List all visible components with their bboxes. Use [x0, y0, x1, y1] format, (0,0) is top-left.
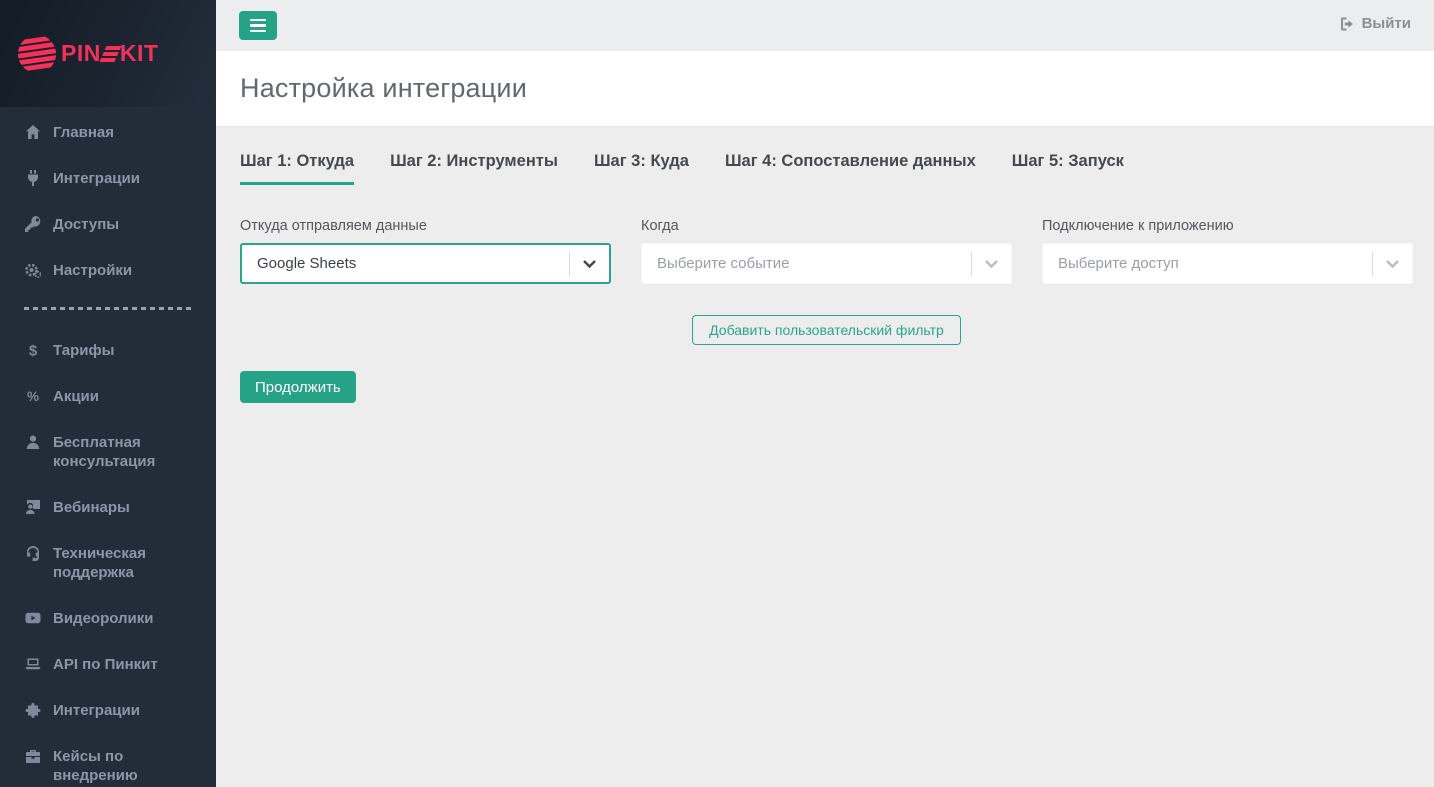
user-icon: [24, 434, 41, 450]
sidebar-item-label: Главная: [53, 124, 115, 141]
sidebar-item-access[interactable]: Доступы: [24, 215, 198, 234]
sidebar-item-label: Кейсы по внедрению: [53, 748, 138, 784]
dollar-icon: $: [24, 342, 41, 359]
percent-icon: %: [24, 388, 41, 404]
connection-select-placeholder: Выберите доступ: [1058, 255, 1179, 272]
sidebar-item-api[interactable]: API по Пинкит: [24, 655, 198, 674]
add-custom-filter-button[interactable]: Добавить пользовательский фильтр: [692, 315, 961, 345]
headset-icon: [24, 545, 41, 561]
connection-select[interactable]: Выберите доступ: [1042, 243, 1413, 284]
menu-toggle-button[interactable]: [239, 11, 277, 40]
sidebar: PIN KIT Главная Интеграции Доступы Настр…: [0, 0, 216, 787]
sidebar-item-videos[interactable]: Видеоролики: [24, 609, 198, 628]
filter-row: Добавить пользовательский фильтр: [240, 315, 1413, 345]
sidebar-item-label: Бесплатная консультация: [53, 434, 156, 470]
sidebar-item-label: Видеоролики: [53, 610, 154, 627]
sidebar-item-label: Вебинары: [53, 499, 130, 516]
svg-text:$: $: [28, 343, 37, 359]
sidebar-item-home[interactable]: Главная: [24, 123, 198, 142]
tab-step-2-tools[interactable]: Шаг 2: Инструменты: [390, 152, 558, 185]
field-event: Когда Выберите событие: [641, 218, 1012, 284]
pinkit-logo-icon: [17, 34, 57, 74]
brand-wordmark: PIN KIT: [61, 40, 159, 66]
step-tabs: Шаг 1: Откуда Шаг 2: Инструменты Шаг 3: …: [240, 152, 1413, 185]
logout-button[interactable]: Выйти: [1339, 15, 1411, 32]
tab-step-5-launch[interactable]: Шаг 5: Запуск: [1012, 152, 1124, 185]
brand-logo[interactable]: PIN KIT: [0, 0, 216, 107]
source-select[interactable]: Google Sheets: [240, 243, 611, 284]
sidebar-item-cases[interactable]: Кейсы по внедрению: [24, 747, 198, 785]
page-header: Настройка интеграции: [216, 51, 1434, 127]
sidebar-item-label: Настройки: [53, 262, 133, 279]
sidebar-item-label: Интеграции: [53, 170, 140, 187]
sidebar-item-support[interactable]: Техническая поддержка: [24, 544, 198, 582]
field-source: Откуда отправляем данные Google Sheets: [240, 218, 611, 284]
logo-stripes-icon: [99, 45, 122, 62]
briefcase-icon: [24, 748, 41, 764]
field-label-source: Откуда отправляем данные: [240, 218, 427, 234]
integration-form-row: Откуда отправляем данные Google Sheets К…: [240, 218, 1413, 284]
webinar-icon: [24, 499, 41, 515]
sidebar-item-free-consult[interactable]: Бесплатная консультация: [24, 433, 198, 471]
continue-button[interactable]: Продолжить: [240, 371, 356, 403]
sidebar-item-label: Интеграции: [53, 702, 140, 719]
chevron-down-icon: [972, 259, 1011, 268]
home-icon: [24, 124, 41, 140]
source-select-value: Google Sheets: [257, 255, 357, 272]
sidebar-item-label: Техническая поддержка: [53, 545, 146, 581]
tab-step-4-mapping[interactable]: Шаг 4: Сопоставление данных: [725, 152, 976, 185]
sidebar-item-integrations2[interactable]: Интеграции: [24, 701, 198, 720]
sign-out-icon: [1339, 16, 1355, 32]
svg-text:%: %: [26, 389, 38, 404]
field-label-connection: Подключение к приложению: [1042, 218, 1234, 234]
chevron-down-icon: [570, 259, 609, 268]
filter-spacer: [1042, 315, 1413, 345]
tab-step-1-source[interactable]: Шаг 1: Откуда: [240, 152, 355, 185]
filter-spacer: [240, 315, 611, 345]
laptop-icon: [24, 656, 41, 672]
gears-icon: [24, 262, 41, 278]
field-label-event: Когда: [641, 218, 679, 234]
sidebar-divider: [24, 307, 194, 310]
field-connection: Подключение к приложению Выберите доступ: [1042, 218, 1413, 284]
event-select-placeholder: Выберите событие: [657, 255, 790, 272]
page-title: Настройка интеграции: [240, 73, 527, 103]
sidebar-item-label: Тарифы: [53, 342, 115, 359]
youtube-icon: [24, 610, 41, 626]
sidebar-nav: Главная Интеграции Доступы Настройки $ Т…: [0, 107, 216, 785]
topbar: Выйти: [216, 0, 1434, 51]
sidebar-item-integrations[interactable]: Интеграции: [24, 169, 198, 188]
event-select[interactable]: Выберите событие: [641, 243, 1012, 284]
chevron-down-icon: [1373, 259, 1412, 268]
sidebar-item-promos[interactable]: % Акции: [24, 387, 198, 406]
sidebar-item-tariffs[interactable]: $ Тарифы: [24, 341, 198, 360]
sidebar-item-settings[interactable]: Настройки: [24, 261, 198, 280]
main-content: Шаг 1: Откуда Шаг 2: Инструменты Шаг 3: …: [216, 127, 1434, 787]
plug-icon: [24, 170, 41, 186]
sidebar-item-webinars[interactable]: Вебинары: [24, 498, 198, 517]
tab-step-3-destination[interactable]: Шаг 3: Куда: [594, 152, 689, 185]
sidebar-item-label: API по Пинкит: [53, 656, 158, 673]
puzzle-icon: [24, 702, 41, 718]
key-icon: [24, 216, 41, 232]
sidebar-item-label: Доступы: [53, 216, 120, 233]
logout-label: Выйти: [1361, 15, 1411, 32]
sidebar-item-label: Акции: [53, 388, 100, 405]
